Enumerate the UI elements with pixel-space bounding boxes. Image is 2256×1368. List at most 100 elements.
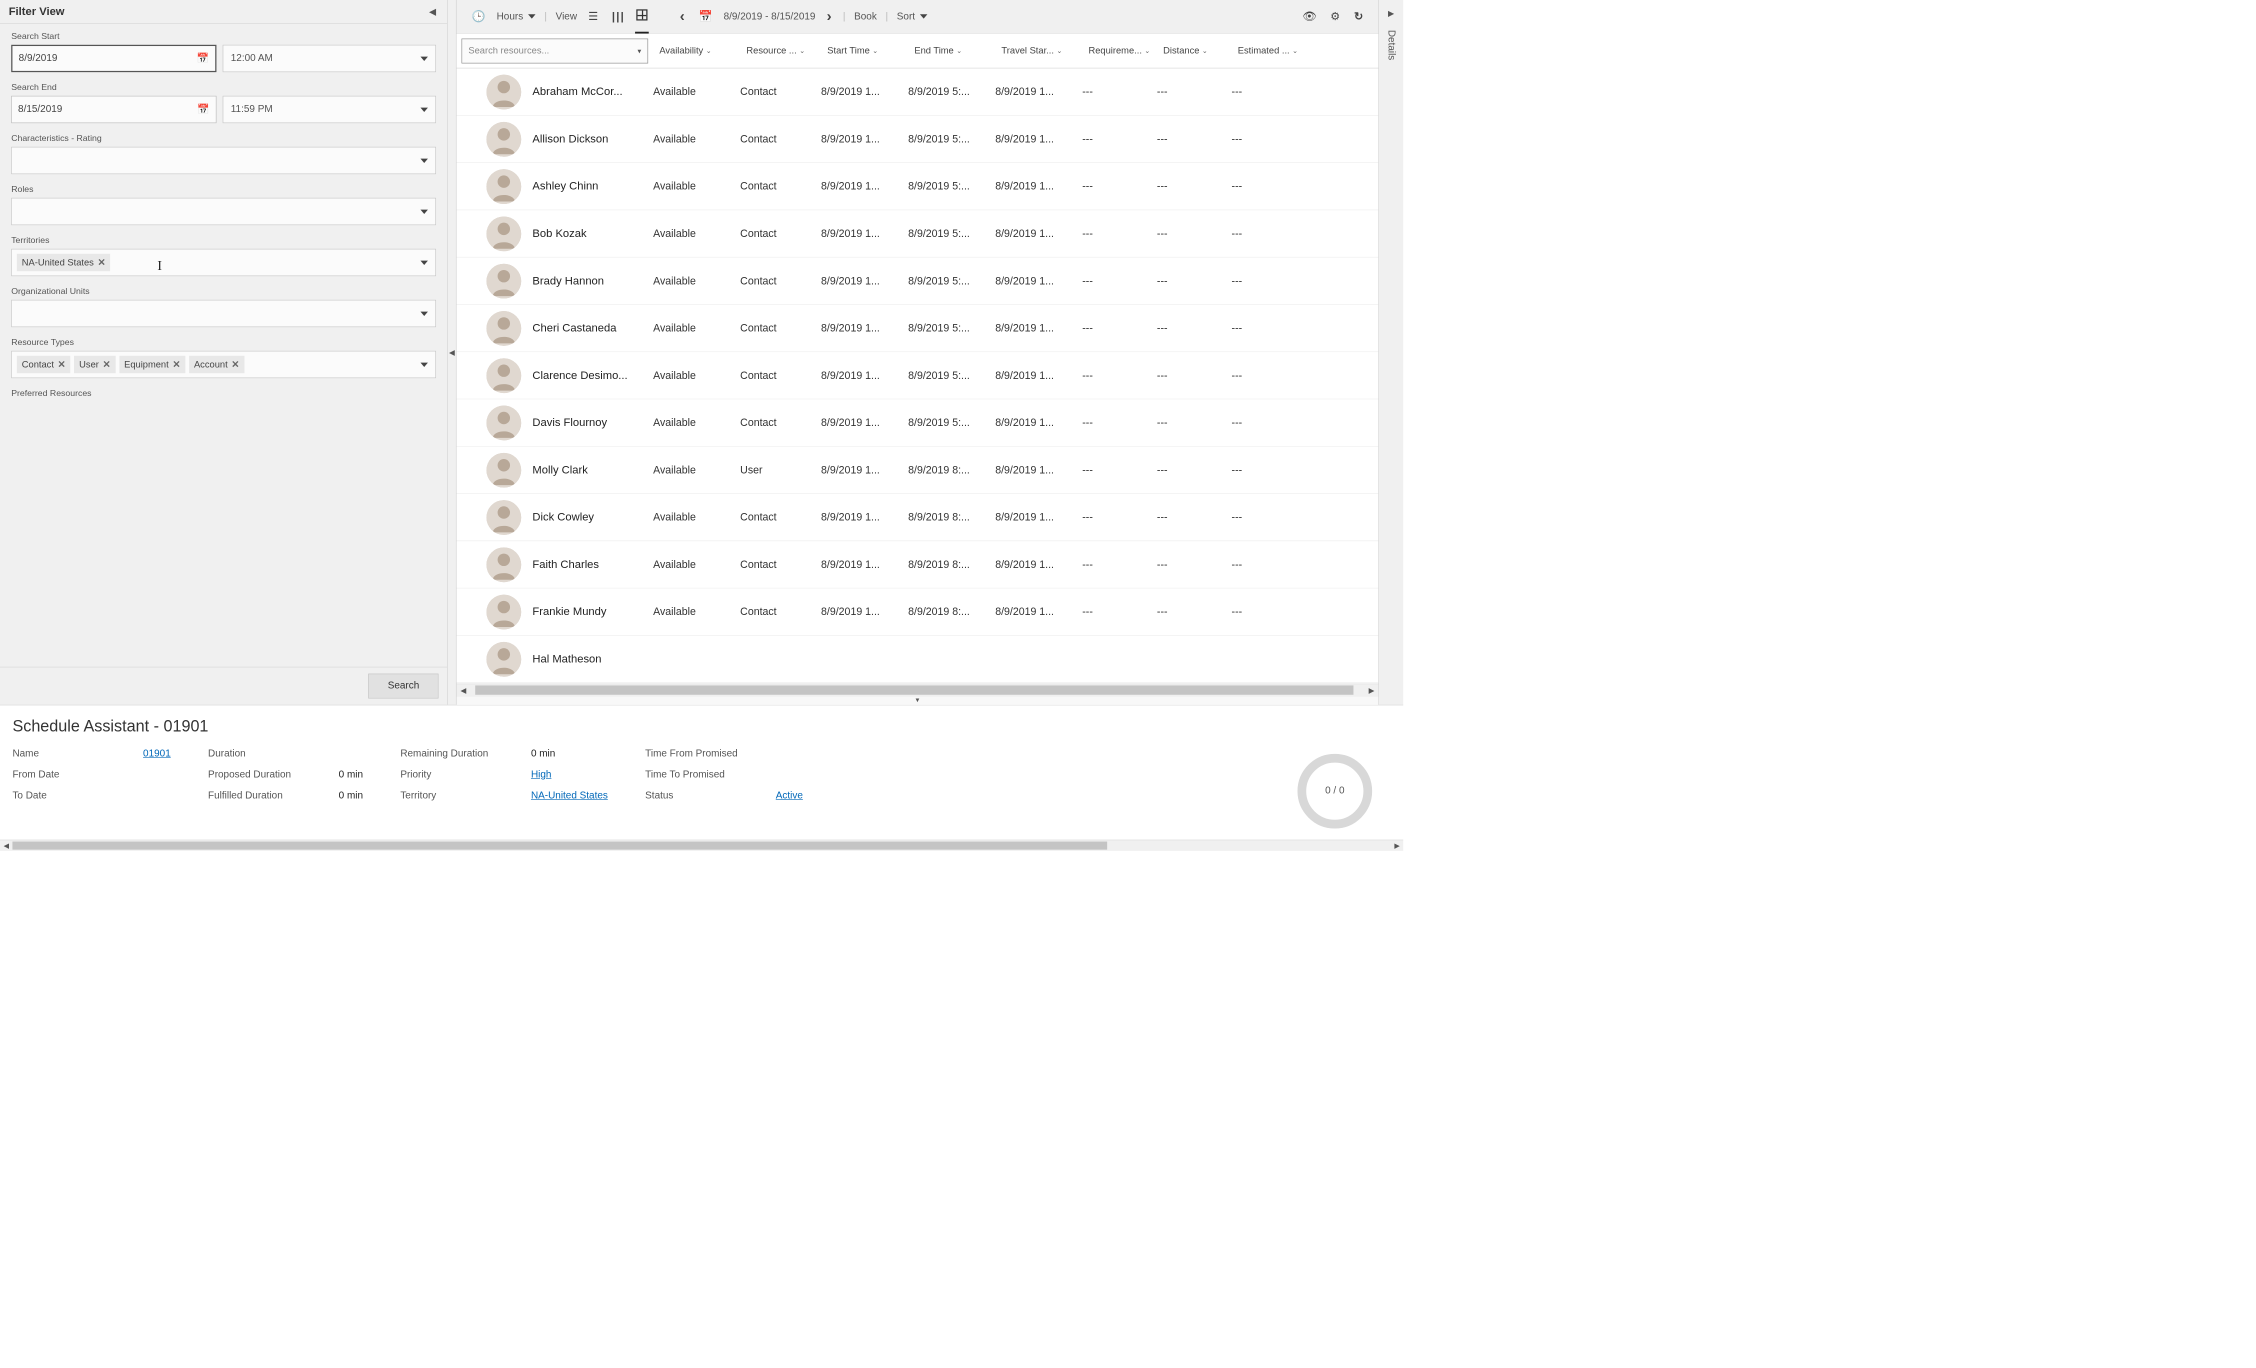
remove-tag-icon[interactable]: ✕ bbox=[103, 359, 111, 370]
calendar-icon[interactable] bbox=[197, 52, 209, 64]
gear-icon[interactable] bbox=[1328, 7, 1343, 25]
eye-icon[interactable] bbox=[1300, 7, 1319, 25]
table-row[interactable]: Abraham McCor...AvailableContact8/9/2019… bbox=[457, 68, 1379, 115]
scroll-left-icon[interactable]: ◀ bbox=[0, 840, 12, 851]
col-resource-type[interactable]: Resource ...⌄ bbox=[741, 45, 822, 56]
col-requirement[interactable]: Requireme...⌄ bbox=[1084, 45, 1159, 56]
resource-types-select[interactable]: Contact ✕User ✕Equipment ✕Account ✕ bbox=[11, 351, 436, 378]
remove-tag-icon[interactable]: ✕ bbox=[98, 257, 106, 268]
column-view-icon[interactable] bbox=[609, 7, 627, 25]
table-row[interactable]: Clarence Desimo...AvailableContact8/9/20… bbox=[457, 352, 1379, 399]
remove-tag-icon[interactable]: ✕ bbox=[172, 359, 180, 370]
refresh-icon[interactable] bbox=[1352, 7, 1366, 25]
cell-resource-type: Contact bbox=[735, 558, 816, 570]
calendar-icon[interactable] bbox=[197, 103, 209, 115]
table-row[interactable]: Molly ClarkAvailableUser8/9/2019 1...8/9… bbox=[457, 447, 1379, 494]
table-row[interactable]: Dick CowleyAvailableContact8/9/2019 1...… bbox=[457, 494, 1379, 541]
col-estimated[interactable]: Estimated ...⌄ bbox=[1233, 45, 1320, 56]
grid-view-button[interactable] bbox=[636, 9, 647, 23]
territory-link[interactable]: NA-United States bbox=[531, 791, 608, 802]
search-start-time-value: 12:00 AM bbox=[231, 53, 273, 64]
proposed-duration-label: Proposed Duration bbox=[208, 769, 326, 780]
list-view-icon[interactable] bbox=[586, 7, 601, 25]
table-row[interactable]: Davis FlournoyAvailableContact8/9/2019 1… bbox=[457, 399, 1379, 446]
chevron-down-icon bbox=[420, 261, 427, 265]
chevron-down-icon bbox=[420, 107, 427, 111]
table-row[interactable]: Ashley ChinnAvailableContact8/9/2019 1..… bbox=[457, 163, 1379, 210]
cell-resource-type: Contact bbox=[735, 322, 816, 334]
priority-link[interactable]: High bbox=[531, 769, 551, 780]
scroll-right-icon[interactable]: ▶ bbox=[1365, 684, 1379, 696]
search-resources-placeholder: Search resources... bbox=[468, 45, 549, 56]
col-end-time-label: End Time bbox=[914, 45, 953, 56]
cell-estimated: --- bbox=[1227, 133, 1314, 145]
chevron-left-icon: ◀ bbox=[449, 348, 455, 357]
clock-icon[interactable] bbox=[469, 7, 488, 25]
cell-requirement: --- bbox=[1077, 369, 1152, 381]
sort-dropdown[interactable]: Sort bbox=[897, 11, 928, 22]
col-availability[interactable]: Availability⌄ bbox=[654, 45, 741, 56]
resource-name: Molly Clark bbox=[532, 463, 648, 476]
roles-select[interactable] bbox=[11, 198, 436, 225]
search-start-time-select[interactable]: 12:00 AM bbox=[223, 45, 436, 72]
col-start-time[interactable]: Start Time⌄ bbox=[822, 45, 909, 56]
scrollbar-thumb[interactable] bbox=[12, 842, 1107, 850]
search-button[interactable]: Search bbox=[368, 674, 438, 699]
table-row[interactable]: Bob KozakAvailableContact8/9/2019 1...8/… bbox=[457, 210, 1379, 257]
horizontal-scrollbar[interactable]: ◀ ▶ bbox=[457, 684, 1379, 696]
hours-dropdown[interactable]: Hours bbox=[497, 11, 536, 22]
resource-name: Frankie Mundy bbox=[532, 605, 648, 618]
splitter-handle[interactable]: ◀ bbox=[448, 0, 457, 705]
resource-type-tag: Equipment ✕ bbox=[119, 356, 185, 373]
table-row[interactable]: Cheri CastanedaAvailableContact8/9/2019 … bbox=[457, 305, 1379, 352]
cell-availability: Available bbox=[648, 416, 735, 428]
grid-body[interactable]: Abraham McCor...AvailableContact8/9/2019… bbox=[457, 68, 1379, 683]
status-link[interactable]: Active bbox=[776, 791, 803, 802]
tag-label: Contact bbox=[22, 359, 54, 370]
chevron-down-icon bbox=[528, 14, 535, 18]
table-row[interactable]: Allison DicksonAvailableContact8/9/2019 … bbox=[457, 116, 1379, 163]
search-end-time-select[interactable]: 11:59 PM bbox=[223, 96, 436, 123]
territories-select[interactable]: NA-United States ✕ bbox=[11, 249, 436, 276]
filter-title: Filter View bbox=[9, 5, 65, 18]
date-range-label: 8/9/2019 - 8/15/2019 bbox=[724, 11, 816, 22]
scroll-right-icon[interactable]: ▶ bbox=[1391, 840, 1403, 851]
col-travel-start[interactable]: Travel Star...⌄ bbox=[996, 45, 1083, 56]
remove-tag-icon[interactable]: ✕ bbox=[58, 359, 66, 370]
to-date-label: To Date bbox=[12, 791, 130, 802]
name-link[interactable]: 01901 bbox=[143, 748, 171, 759]
remove-tag-icon[interactable]: ✕ bbox=[231, 359, 239, 370]
col-distance[interactable]: Distance⌄ bbox=[1158, 45, 1233, 56]
cell-resource-type: Contact bbox=[735, 227, 816, 239]
bottom-horizontal-scrollbar[interactable]: ◀ ▶ bbox=[0, 840, 1403, 851]
table-row[interactable]: Faith CharlesAvailableContact8/9/2019 1.… bbox=[457, 541, 1379, 588]
col-requirement-label: Requireme... bbox=[1089, 45, 1142, 56]
search-start-date-input[interactable]: 8/9/2019 bbox=[11, 45, 216, 72]
collapse-filter-icon[interactable]: ◀ bbox=[427, 4, 439, 20]
search-resources-input[interactable]: Search resources... ▾ bbox=[462, 38, 649, 63]
search-end-date-input[interactable]: 8/15/2019 bbox=[11, 96, 216, 123]
table-row[interactable]: Hal Matheson bbox=[457, 636, 1379, 683]
col-distance-label: Distance bbox=[1163, 45, 1199, 56]
search-end-time-value: 11:59 PM bbox=[231, 104, 273, 115]
details-side-tab[interactable]: ▶ Details bbox=[1378, 0, 1403, 705]
collapse-bottom-handle[interactable]: ▼ bbox=[457, 696, 1379, 705]
scrollbar-thumb[interactable] bbox=[475, 685, 1353, 694]
territory-tag: NA-United States ✕ bbox=[17, 254, 111, 271]
col-end-time[interactable]: End Time⌄ bbox=[909, 45, 996, 56]
book-button[interactable]: Book bbox=[854, 11, 877, 22]
prev-period-button[interactable] bbox=[677, 5, 687, 27]
next-period-button[interactable] bbox=[824, 5, 834, 27]
table-row[interactable]: Frankie MundyAvailableContact8/9/2019 1.… bbox=[457, 588, 1379, 635]
scroll-left-icon[interactable]: ◀ bbox=[457, 684, 471, 696]
tag-label: NA-United States bbox=[22, 257, 94, 268]
org-units-select[interactable] bbox=[11, 300, 436, 327]
calendar-icon[interactable] bbox=[696, 7, 715, 25]
grid-header-row: Search resources... ▾ Availability⌄ Reso… bbox=[457, 34, 1379, 69]
avatar bbox=[486, 358, 521, 393]
donut-text: 0 / 0 bbox=[1297, 754, 1372, 829]
table-row[interactable]: Brady HannonAvailableContact8/9/2019 1..… bbox=[457, 258, 1379, 305]
characteristics-select[interactable] bbox=[11, 147, 436, 174]
avatar bbox=[486, 642, 521, 677]
cell-requirement: --- bbox=[1077, 180, 1152, 192]
